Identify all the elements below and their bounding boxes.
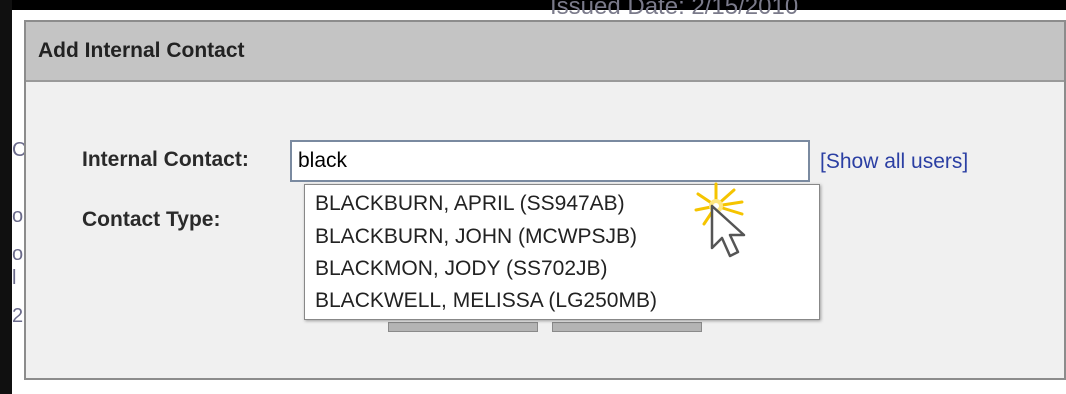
contact-type-label: Contact Type: bbox=[82, 208, 221, 231]
background-text-fragment: l bbox=[12, 267, 17, 289]
internal-contact-label: Internal Contact: bbox=[82, 148, 249, 171]
background-text-fragment: o bbox=[12, 243, 24, 265]
issued-date-text: Issued Date: 2/15/2010 bbox=[550, 0, 799, 14]
dialog-title: Add Internal Contact bbox=[38, 39, 245, 62]
window-top-edge bbox=[12, 0, 1066, 10]
mouse-pointer-icon bbox=[694, 182, 746, 258]
background-text-fragment: o bbox=[12, 205, 24, 227]
suggestion-item[interactable]: BLACKWELL, MELISSA (LG250MB) bbox=[305, 285, 819, 317]
add-internal-contact-dialog: Add Internal Contact Internal Contact: C… bbox=[24, 20, 1066, 380]
save-button[interactable] bbox=[388, 322, 538, 332]
show-all-users-link[interactable]: [Show all users] bbox=[820, 150, 968, 174]
internal-contact-input[interactable] bbox=[290, 140, 810, 182]
dialog-header[interactable]: Add Internal Contact bbox=[26, 22, 1064, 82]
cancel-button[interactable] bbox=[552, 322, 702, 332]
background-text-fragment: 2 bbox=[12, 305, 24, 327]
window-left-edge bbox=[0, 0, 12, 394]
